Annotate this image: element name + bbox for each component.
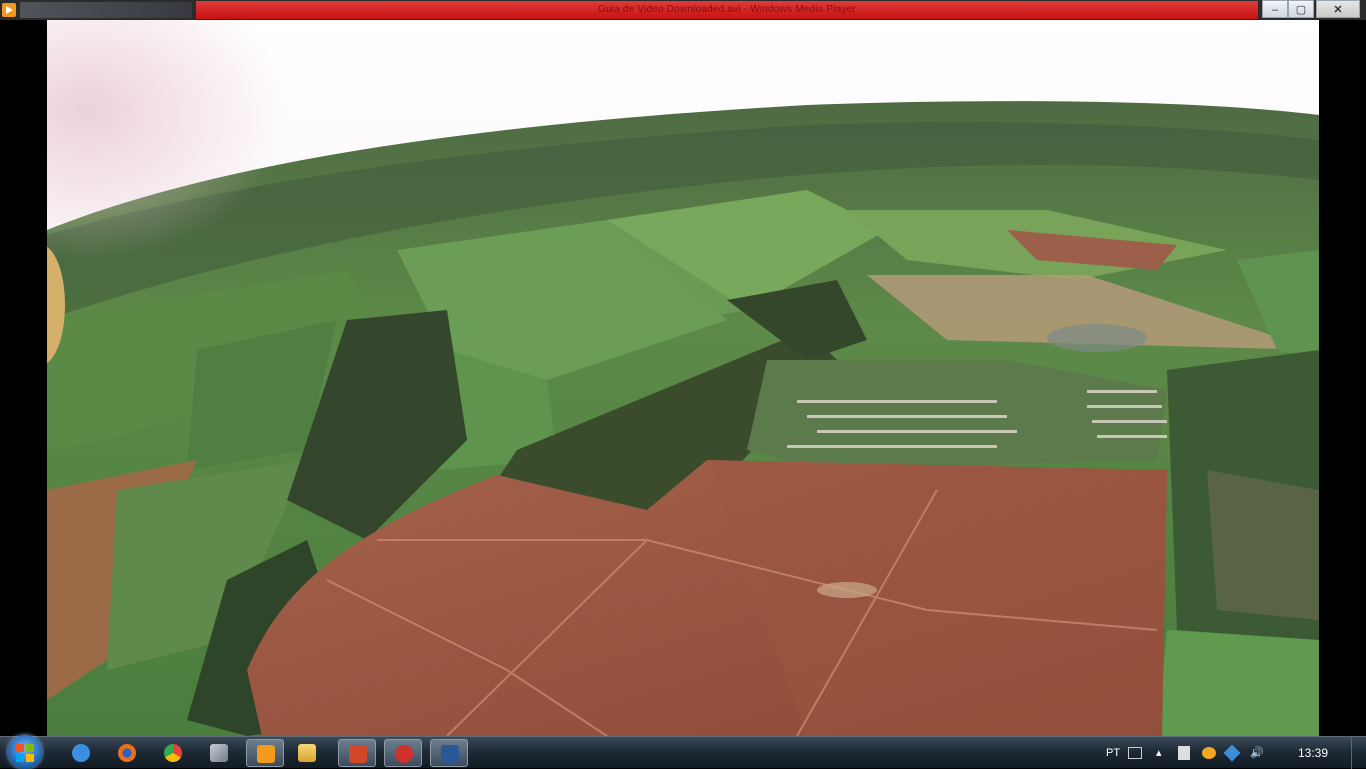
taskbar-item-internet-explorer[interactable] xyxy=(62,739,100,767)
word-icon xyxy=(441,745,459,763)
language-indicator[interactable]: PT xyxy=(1106,737,1120,769)
media-player-icon xyxy=(257,745,275,763)
taskbar-item-media-player[interactable] xyxy=(246,739,284,767)
taskbar-item-file-explorer[interactable] xyxy=(288,739,326,767)
volume-icon[interactable]: 🔊 xyxy=(1250,737,1264,769)
keyboard-icon[interactable] xyxy=(1128,747,1142,759)
minimize-button[interactable]: – xyxy=(1262,0,1288,18)
internet-explorer-icon xyxy=(72,744,90,762)
close-button[interactable]: ✕ xyxy=(1316,0,1360,18)
windows-logo-green xyxy=(26,744,34,752)
taskbar-item-powerpoint[interactable] xyxy=(338,739,376,767)
start-button[interactable] xyxy=(8,735,42,769)
taskbar-item-firefox[interactable] xyxy=(108,739,146,767)
window-title-band: Guia de Video Downloaded.avi - Windows M… xyxy=(196,1,1258,19)
taskbar-item-solidworks-explorer[interactable] xyxy=(200,739,238,767)
solidworks-icon xyxy=(395,745,413,763)
windows-logo-icon xyxy=(16,744,24,752)
clock[interactable]: 13:39 xyxy=(1288,737,1338,769)
media-player-app-icon[interactable] xyxy=(2,3,16,17)
update-icon[interactable] xyxy=(1202,747,1216,759)
dropbox-icon[interactable] xyxy=(1223,744,1241,762)
taskbar-item-solidworks[interactable] xyxy=(384,739,422,767)
taskbar-item-word[interactable] xyxy=(430,739,468,767)
firefox-icon xyxy=(118,744,136,762)
windows-logo-yellow xyxy=(26,754,34,762)
taskbar-item-chrome[interactable] xyxy=(154,739,192,767)
show-desktop-button[interactable] xyxy=(1351,737,1366,769)
taskbar: PT ▴ 🔊 13:39 xyxy=(0,735,1366,769)
video-frame[interactable] xyxy=(47,20,1319,736)
window-title: Guia de Video Downloaded.avi - Windows M… xyxy=(598,4,856,15)
aerial-video-image xyxy=(47,20,1319,736)
show-hidden-icons-chevron-icon[interactable]: ▴ xyxy=(1156,737,1162,769)
solidworks-explorer-icon xyxy=(210,744,228,762)
file-explorer-icon xyxy=(298,744,316,762)
powerpoint-icon xyxy=(349,745,367,763)
chrome-icon xyxy=(164,744,182,762)
title-bar-glass-area xyxy=(20,2,192,18)
window-title-bar: Guia de Video Downloaded.avi - Windows M… xyxy=(0,0,1366,20)
maximize-button[interactable]: ▢ xyxy=(1288,0,1314,18)
windows-logo-blue xyxy=(16,754,24,762)
action-center-icon[interactable] xyxy=(1178,746,1190,760)
